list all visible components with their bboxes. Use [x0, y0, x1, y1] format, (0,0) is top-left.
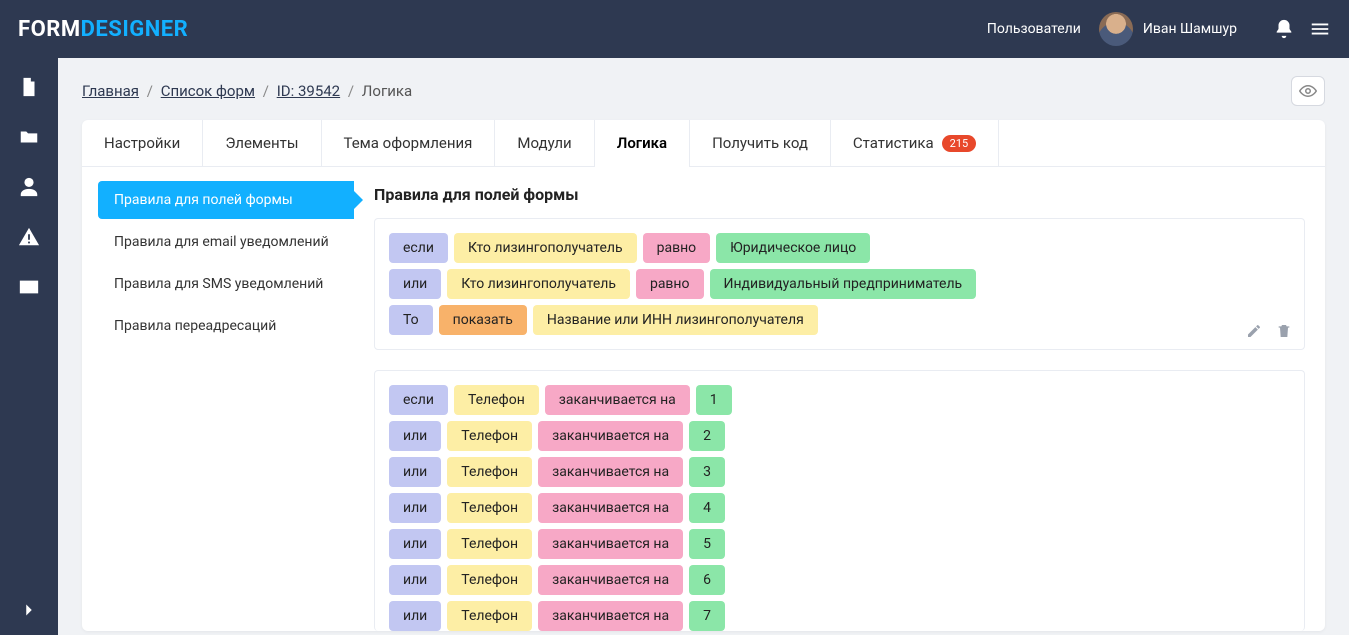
rule-tag[interactable]: или: [389, 269, 441, 299]
rule-tag[interactable]: 6: [689, 565, 725, 595]
rule-line: еслиКто лизингополучательравноЮридическо…: [389, 233, 1290, 263]
rule-tag[interactable]: Юридическое лицо: [716, 233, 870, 263]
rule-line: илиТелефонзаканчивается на2: [389, 421, 1290, 451]
rule-tag[interactable]: 7: [689, 601, 725, 631]
rule-tag[interactable]: То: [389, 305, 433, 335]
logo[interactable]: FORMDESIGNER: [18, 17, 188, 42]
rule-tag[interactable]: 3: [689, 457, 725, 487]
bell-icon[interactable]: [1273, 18, 1295, 40]
rule-tag[interactable]: или: [389, 529, 441, 559]
eye-icon: [1299, 82, 1317, 100]
crumb-list[interactable]: Список форм: [161, 82, 255, 100]
card: НастройкиЭлементыТема оформленияМодулиЛо…: [82, 120, 1325, 631]
rule-line: илиТелефонзаканчивается на7: [389, 601, 1290, 631]
rule-tag[interactable]: Индивидуальный предприниматель: [710, 269, 977, 299]
rule-tag[interactable]: Телефон: [454, 385, 539, 415]
rule-tag[interactable]: равно: [643, 233, 711, 263]
tab-1[interactable]: Элементы: [203, 120, 321, 166]
rule-tag[interactable]: заканчивается на: [538, 565, 683, 595]
preview-button[interactable]: [1291, 76, 1325, 106]
trash-icon[interactable]: [1276, 323, 1292, 339]
tab-6[interactable]: Статистика215: [831, 120, 999, 166]
sidebar-item-1[interactable]: Правила для email уведомлений: [98, 223, 354, 261]
rule-tag[interactable]: если: [389, 385, 448, 415]
logo-part2: DESIGNER: [81, 17, 189, 42]
menu-icon[interactable]: [1309, 18, 1331, 40]
rule-tag[interactable]: или: [389, 565, 441, 595]
rule-tag[interactable]: или: [389, 457, 441, 487]
rule-line: илиТелефонзаканчивается на3: [389, 457, 1290, 487]
rule-tag[interactable]: 1: [696, 385, 732, 415]
crumb-home[interactable]: Главная: [82, 82, 139, 100]
rule-line: ТопоказатьНазвание или ИНН лизингополуча…: [389, 305, 1290, 335]
chevron-right-icon[interactable]: [18, 599, 40, 621]
rule-tag[interactable]: 5: [689, 529, 725, 559]
rule-tag[interactable]: Название или ИНН лизингополучателя: [533, 305, 818, 335]
rule-line: илиТелефонзаканчивается на6: [389, 565, 1290, 595]
breadcrumb: Главная / Список форм / ID: 39542 / Логи…: [82, 82, 412, 100]
card-icon[interactable]: [18, 276, 40, 298]
rule-tag[interactable]: Телефон: [447, 529, 532, 559]
rule-tag[interactable]: Кто лизингополучатель: [454, 233, 637, 263]
rule-tag[interactable]: Телефон: [447, 457, 532, 487]
logo-part1: FORM: [18, 17, 81, 42]
tab-5[interactable]: Получить код: [690, 120, 831, 166]
rule-tag[interactable]: заканчивается на: [545, 385, 690, 415]
rule-tag[interactable]: равно: [636, 269, 704, 299]
tab-4[interactable]: Логика: [595, 120, 690, 166]
content: Правила для полей формы еслиКто лизингоп…: [354, 167, 1325, 631]
tab-3[interactable]: Модули: [495, 120, 594, 166]
rule-tag[interactable]: заканчивается на: [538, 457, 683, 487]
rule-line: еслиТелефонзаканчивается на1: [389, 385, 1290, 415]
warning-icon[interactable]: [18, 226, 40, 248]
rule-block[interactable]: еслиТелефонзаканчивается на1илиТелефонза…: [374, 370, 1305, 631]
rule-tag[interactable]: заканчивается на: [538, 601, 683, 631]
rule-tag[interactable]: Телефон: [447, 421, 532, 451]
rule-tag[interactable]: или: [389, 493, 441, 523]
crumb-leaf: Логика: [362, 82, 412, 100]
rule-tag[interactable]: 4: [689, 493, 725, 523]
stats-badge: 215: [942, 135, 977, 152]
rule-tag[interactable]: или: [389, 601, 441, 631]
rule-tag[interactable]: Телефон: [447, 601, 532, 631]
file-icon[interactable]: [18, 76, 40, 98]
sidebar-item-0[interactable]: Правила для полей формы: [98, 181, 354, 219]
rule-tag[interactable]: заканчивается на: [538, 493, 683, 523]
crumb-id[interactable]: ID: 39542: [277, 82, 340, 100]
rule-line: илиТелефонзаканчивается на4: [389, 493, 1290, 523]
rule-tag[interactable]: Телефон: [447, 493, 532, 523]
rule-tag[interactable]: заканчивается на: [538, 529, 683, 559]
rule-tag[interactable]: показать: [439, 305, 527, 335]
rule-block[interactable]: еслиКто лизингополучательравноЮридическо…: [374, 218, 1305, 350]
avatar[interactable]: [1099, 12, 1133, 46]
left-rail: [0, 58, 58, 635]
rule-tag[interactable]: если: [389, 233, 448, 263]
rule-tag[interactable]: или: [389, 421, 441, 451]
rule-tag[interactable]: 2: [689, 421, 725, 451]
rule-line: илиКто лизингополучательравноИндивидуаль…: [389, 269, 1290, 299]
page-title: Правила для полей формы: [374, 185, 1305, 204]
pencil-icon[interactable]: [1246, 323, 1262, 339]
username[interactable]: Иван Шамшур: [1143, 21, 1237, 37]
users-link[interactable]: Пользователи: [987, 21, 1081, 37]
topbar: FORMDESIGNER Пользователи Иван Шамшур: [0, 0, 1349, 58]
tabs: НастройкиЭлементыТема оформленияМодулиЛо…: [82, 120, 1325, 167]
main: Главная / Список форм / ID: 39542 / Логи…: [58, 58, 1349, 635]
rule-tag[interactable]: Телефон: [447, 565, 532, 595]
tab-0[interactable]: Настройки: [82, 120, 203, 166]
tab-2[interactable]: Тема оформления: [322, 120, 496, 166]
folder-icon[interactable]: [18, 126, 40, 148]
sidemenu: Правила для полей формы Правила для email…: [82, 167, 354, 631]
sidebar-item-2[interactable]: Правила для SMS уведомлений: [98, 265, 354, 303]
user-icon[interactable]: [18, 176, 40, 198]
rule-line: илиТелефонзаканчивается на5: [389, 529, 1290, 559]
sidebar-item-3[interactable]: Правила переадресаций: [98, 307, 354, 345]
rule-tag[interactable]: Кто лизингополучатель: [447, 269, 630, 299]
rule-tag[interactable]: заканчивается на: [538, 421, 683, 451]
